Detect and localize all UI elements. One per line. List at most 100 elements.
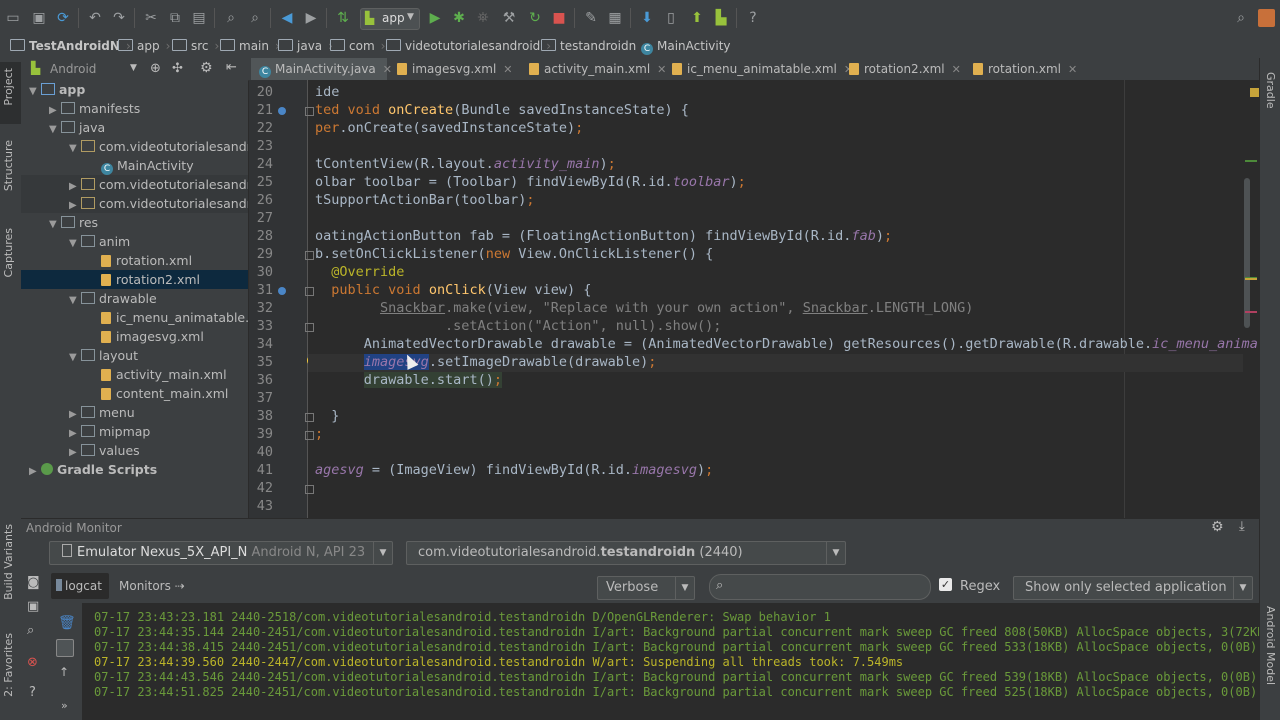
process-select[interactable]: com.videotutorialesandroid.testandroidn … <box>406 541 846 565</box>
tree-item[interactable]: ▶ com.videotutorialesandroid.testandroidn… <box>21 194 248 213</box>
fold-marker-icon[interactable] <box>305 413 314 422</box>
collapsed-arrow-icon[interactable]: ▶ <box>69 424 81 441</box>
sync-scroll-icon[interactable]: ⊕ <box>150 61 161 76</box>
tab-activity-main[interactable]: activity_main.xml ✕ <box>521 58 669 80</box>
tree-item[interactable]: imagesvg.xml <box>21 327 248 346</box>
up-arrow-icon[interactable]: ↑ <box>59 665 69 679</box>
tree-item[interactable]: ▼ drawable <box>21 289 248 308</box>
breadcrumb-item[interactable]: java › <box>278 39 333 53</box>
tree-item[interactable]: ▶ com.videotutorialesandroid.testandroidn… <box>21 175 248 194</box>
collapsed-arrow-icon[interactable]: ▶ <box>49 101 61 118</box>
tab-rotation2[interactable]: rotation2.xml ✕ <box>841 58 963 80</box>
attach-icon[interactable]: ⛯ <box>474 9 492 27</box>
tree-item[interactable]: rotation.xml <box>21 251 248 270</box>
tree-item[interactable]: content_main.xml <box>21 384 248 403</box>
expanded-arrow-icon[interactable]: ▼ <box>69 348 81 365</box>
gear-icon[interactable]: ⚙ <box>1211 519 1224 535</box>
tab-rotation[interactable]: rotation.xml ✕ <box>965 58 1085 80</box>
save-icon[interactable]: ▣ <box>30 9 48 27</box>
breadcrumb-item[interactable]: app › <box>118 39 170 53</box>
undo-icon[interactable]: ↶ <box>86 9 104 27</box>
sdk-manager-icon[interactable]: ⬇ <box>638 9 656 27</box>
tree-item[interactable]: ic_menu_animatable.xml <box>21 308 248 327</box>
tree-item[interactable]: ▼ com.videotutorialesandroid.testandroidn <box>21 137 248 156</box>
log-level-select[interactable]: Verbose ▼ <box>597 576 695 600</box>
tree-item[interactable]: C MainActivity <box>21 156 248 175</box>
cut-icon[interactable]: ✂ <box>142 9 160 27</box>
fold-marker-icon[interactable] <box>305 431 314 440</box>
expanded-arrow-icon[interactable]: ▼ <box>69 291 81 308</box>
apply-changes-icon[interactable]: ⚒ <box>500 9 518 27</box>
tree-item[interactable]: ▶ values <box>21 441 248 460</box>
tree-item[interactable]: ▶ Gradle Scripts <box>21 460 248 479</box>
system-info-icon[interactable]: ⌕ <box>27 623 34 638</box>
expanded-arrow-icon[interactable]: ▼ <box>49 215 61 232</box>
help-icon[interactable]: ? <box>744 9 762 27</box>
fold-marker-icon[interactable] <box>305 107 314 116</box>
project-view-select[interactable]: Android <box>50 62 96 76</box>
run-icon[interactable]: ▶ <box>426 9 444 27</box>
captures-tool-tab[interactable]: Captures <box>2 228 15 277</box>
record-icon[interactable]: ▣ <box>27 599 39 614</box>
android-icon[interactable]: ▙ <box>712 9 730 27</box>
tab-logcat[interactable]: logcat <box>51 573 109 599</box>
close-icon[interactable]: ✕ <box>503 63 512 76</box>
forward-icon[interactable]: ▶ <box>302 9 320 27</box>
tab-mainactivity[interactable]: C MainActivity.java ✕ <box>251 58 392 80</box>
collapsed-arrow-icon[interactable]: ▶ <box>29 462 41 479</box>
chevron-down-icon[interactable]: ▼ <box>130 63 137 73</box>
gear-icon[interactable]: ⚙ <box>200 60 213 76</box>
project-tool-tab[interactable]: Project <box>0 62 21 124</box>
paste-icon[interactable]: ▤ <box>190 9 208 27</box>
find-icon[interactable]: ⌕ <box>222 9 240 27</box>
breadcrumb-item[interactable]: C MainActivity <box>641 39 731 55</box>
expand-icon[interactable]: » <box>61 699 68 712</box>
help-icon[interactable]: ? <box>29 685 36 700</box>
search-icon[interactable]: ⌕ <box>1232 9 1250 27</box>
favorites-tool-tab[interactable]: 2: Favorites <box>2 633 15 697</box>
fold-marker-icon[interactable] <box>305 251 314 260</box>
clear-log-icon[interactable]: 🗑 <box>58 615 76 631</box>
tab-ic-menu-animatable[interactable]: ic_menu_animatable.xml✕ <box>664 58 853 80</box>
copy-icon[interactable]: ⧉ <box>166 9 184 27</box>
expanded-arrow-icon[interactable]: ▼ <box>69 139 81 156</box>
close-icon[interactable]: ✕ <box>952 63 961 76</box>
tree-item[interactable]: ▼ app <box>21 80 248 99</box>
gradle-tool-tab[interactable]: Gradle <box>1264 72 1277 109</box>
logcat-output[interactable]: 07-17 23:43:23.181 2440-2518/com.videotu… <box>82 603 1259 720</box>
stop-icon[interactable]: ■ <box>550 9 568 27</box>
tree-item[interactable]: ▶ manifests <box>21 99 248 118</box>
tab-imagesvg[interactable]: imagesvg.xml ✕ <box>389 58 517 80</box>
back-icon[interactable]: ◀ <box>278 9 296 27</box>
terminate-icon[interactable]: ⊗ <box>27 655 38 670</box>
expanded-arrow-icon[interactable]: ▼ <box>69 234 81 251</box>
tree-item[interactable]: ▼ java <box>21 118 248 137</box>
tab-monitors[interactable]: Monitors ⇢ <box>119 579 185 593</box>
hide-panel-icon[interactable]: ⤓ <box>1239 519 1245 534</box>
tree-item[interactable]: ▶ menu <box>21 403 248 422</box>
fold-marker-icon[interactable] <box>305 287 314 296</box>
breadcrumb-item[interactable]: videotutorialesandroid › <box>386 39 551 53</box>
regex-checkbox[interactable]: ✓ <box>939 578 952 591</box>
close-icon[interactable]: ✕ <box>1068 63 1077 76</box>
run-config-select[interactable]: ▙ app ▼ <box>360 8 420 30</box>
project-structure-icon[interactable]: ▦ <box>606 9 624 27</box>
tree-item[interactable]: rotation2.xml <box>21 270 248 289</box>
expanded-arrow-icon[interactable]: ▼ <box>29 82 41 99</box>
debug-icon[interactable]: ✱ <box>450 9 468 27</box>
android-device-monitor-icon[interactable]: ⬆ <box>688 9 706 27</box>
rerun-icon[interactable]: ↻ <box>526 9 544 27</box>
breadcrumb-item[interactable]: com › <box>330 39 385 53</box>
collapsed-arrow-icon[interactable]: ▶ <box>69 443 81 460</box>
tree-item[interactable]: ▶ mipmap <box>21 422 248 441</box>
hide-panel-icon[interactable]: ⇤ <box>226 60 237 75</box>
make-icon[interactable]: ⇅ <box>334 9 352 27</box>
tree-item[interactable]: ▼ layout <box>21 346 248 365</box>
collapse-all-icon[interactable]: ✣ <box>172 61 183 76</box>
breadcrumb-item[interactable]: main › <box>220 39 280 53</box>
breadcrumb-item[interactable]: testandroidn› <box>541 39 647 53</box>
settings-icon[interactable]: ✎ <box>582 9 600 27</box>
sync-icon[interactable]: ⟳ <box>54 9 72 27</box>
structure-tool-tab[interactable]: Structure <box>2 140 15 191</box>
tree-item[interactable]: ▼ res <box>21 213 248 232</box>
